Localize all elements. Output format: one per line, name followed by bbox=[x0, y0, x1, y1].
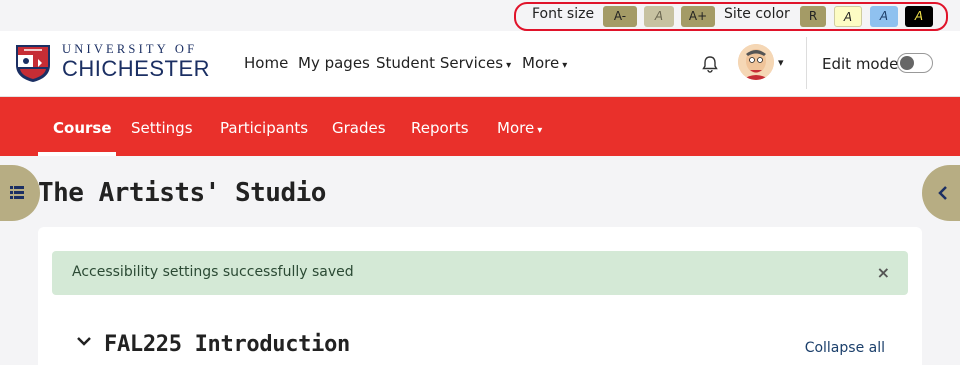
font-size-label: Font size bbox=[532, 6, 595, 22]
font-increase-button[interactable]: A+ bbox=[681, 6, 715, 27]
tab-course[interactable]: Course bbox=[53, 119, 112, 137]
color-reset-button[interactable]: R bbox=[800, 6, 826, 27]
chevron-down-icon: ▾ bbox=[562, 60, 568, 71]
logo-text-line2: CHICHESTER bbox=[62, 56, 211, 81]
close-icon[interactable]: × bbox=[877, 263, 890, 282]
color-blue-button[interactable]: A bbox=[870, 6, 898, 27]
nav-home[interactable]: Home bbox=[244, 54, 288, 72]
tab-more[interactable]: More ▾ bbox=[497, 119, 542, 137]
tab-more-label: More bbox=[497, 119, 535, 137]
site-header: UNIVERSITY OF CHICHESTER Home My pages S… bbox=[0, 31, 960, 97]
font-reset-button[interactable]: A bbox=[644, 6, 674, 27]
color-yellow-button[interactable]: A bbox=[834, 6, 862, 27]
color-black-button[interactable]: A bbox=[905, 6, 933, 27]
notification-bell-icon[interactable] bbox=[700, 54, 720, 74]
section-title: FAL225 Introduction bbox=[104, 332, 350, 357]
course-index-drawer-toggle[interactable] bbox=[0, 165, 40, 221]
edit-mode-toggle[interactable] bbox=[897, 53, 933, 73]
section-collapse-chevron-icon[interactable] bbox=[76, 333, 92, 349]
course-navigation: Course Settings Participants Grades Repo… bbox=[0, 97, 960, 156]
header-divider bbox=[806, 37, 807, 89]
edit-mode-label: Edit mode bbox=[822, 55, 899, 73]
nav-student-services-label: Student Services bbox=[376, 54, 504, 72]
course-content-card: Accessibility settings successfully save… bbox=[38, 227, 922, 365]
tab-participants[interactable]: Participants bbox=[220, 119, 308, 137]
chevron-left-icon bbox=[938, 186, 947, 200]
success-alert: Accessibility settings successfully save… bbox=[52, 251, 908, 295]
tab-settings[interactable]: Settings bbox=[131, 119, 193, 137]
collapse-all-link[interactable]: Collapse all bbox=[805, 340, 885, 356]
nav-student-services[interactable]: Student Services ▾ bbox=[376, 54, 511, 72]
nav-my-pages[interactable]: My pages bbox=[298, 54, 370, 72]
block-drawer-toggle[interactable] bbox=[922, 165, 960, 221]
nav-more-label: More bbox=[522, 54, 560, 72]
nav-more[interactable]: More ▾ bbox=[522, 54, 567, 72]
user-avatar[interactable] bbox=[738, 44, 774, 80]
page-title: The Artists' Studio bbox=[38, 178, 326, 208]
active-tab-indicator bbox=[38, 152, 116, 156]
site-color-label: Site color bbox=[724, 6, 790, 22]
tab-reports[interactable]: Reports bbox=[411, 119, 469, 137]
chevron-down-icon: ▾ bbox=[537, 125, 543, 136]
chevron-down-icon: ▾ bbox=[506, 60, 512, 71]
toggle-knob bbox=[900, 56, 914, 70]
list-icon bbox=[10, 186, 24, 199]
font-decrease-button[interactable]: A- bbox=[603, 6, 637, 27]
tab-grades[interactable]: Grades bbox=[332, 119, 386, 137]
university-crest-logo[interactable] bbox=[14, 43, 52, 83]
accessibility-toolbar: Font size A- A A+ Site color R A A A bbox=[0, 0, 960, 31]
logo-text-line1: UNIVERSITY OF bbox=[62, 42, 198, 56]
alert-message: Accessibility settings successfully save… bbox=[72, 264, 354, 280]
user-menu-chevron-icon[interactable]: ▾ bbox=[778, 56, 784, 69]
